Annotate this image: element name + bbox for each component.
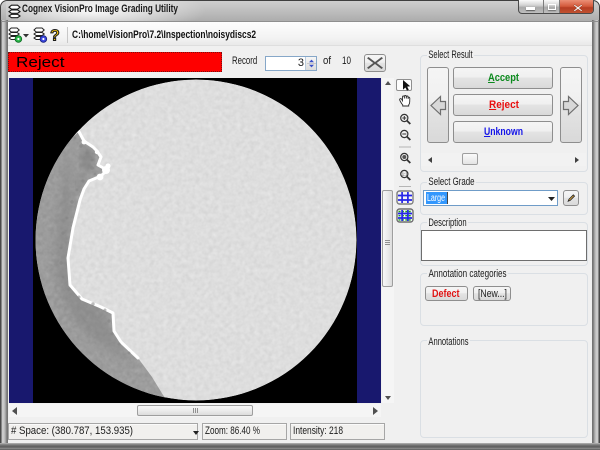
svg-text:?: ? <box>50 28 60 45</box>
svg-text:1:1: 1:1 <box>402 172 408 177</box>
